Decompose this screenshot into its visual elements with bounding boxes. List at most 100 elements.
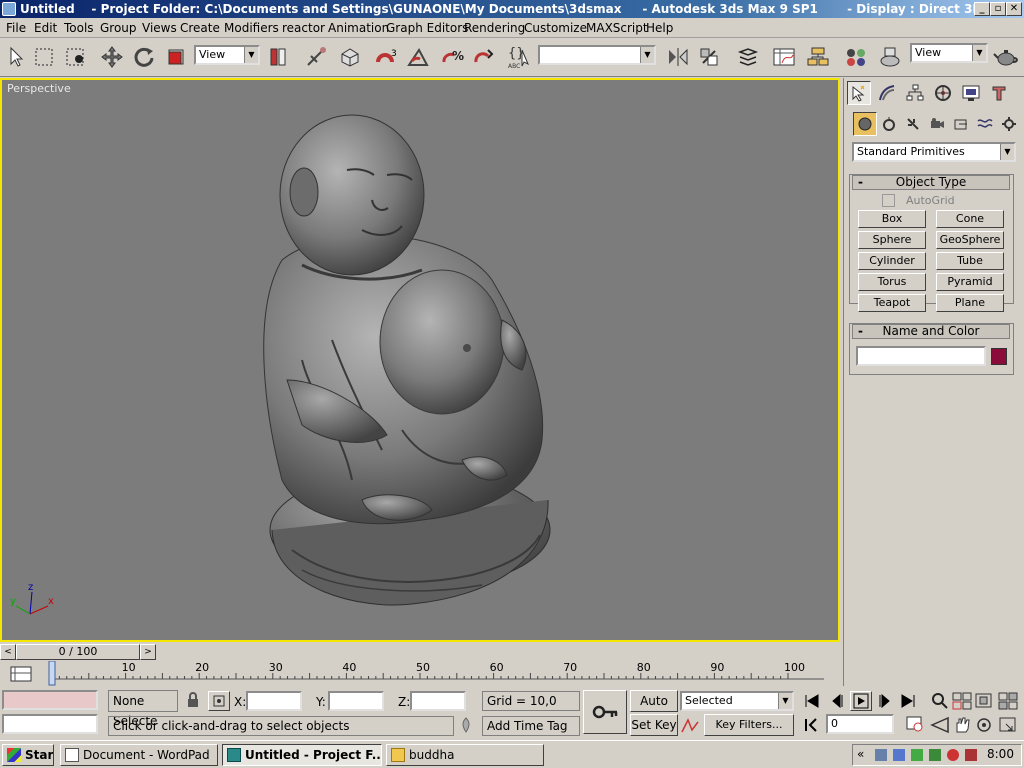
zoom-all-icon[interactable] (952, 692, 972, 710)
object-name-input[interactable] (856, 346, 986, 366)
go-to-start-icon[interactable] (802, 692, 822, 710)
torus-button[interactable]: Torus (858, 273, 926, 291)
menu-help[interactable]: Help (646, 21, 673, 35)
set-key-button[interactable]: Set Key (630, 714, 678, 736)
key-filters-button[interactable]: Key Filters... (704, 714, 794, 736)
menu-edit[interactable]: Edit (34, 21, 57, 35)
object-type-rollout-header[interactable]: - Object Type (852, 175, 1010, 190)
primitive-category-dropdown[interactable]: Standard Primitives ▼ (852, 142, 1016, 162)
maximize-button[interactable]: ▫ (990, 2, 1006, 16)
spacewarps-category-icon[interactable] (973, 112, 997, 136)
key-mode-toggle-icon[interactable] (802, 716, 822, 734)
lock-icon[interactable] (184, 692, 202, 710)
snap-toggle-icon[interactable]: 3 (372, 43, 400, 71)
curve-editor-icon[interactable] (770, 43, 798, 71)
geometry-category-icon[interactable] (853, 112, 877, 136)
time-slider[interactable]: < 0 / 100 > (0, 643, 843, 661)
window-title-bar[interactable]: Untitled - Project Folder: C:\Documents … (0, 0, 1024, 18)
menu-customize[interactable]: Customize (524, 21, 587, 35)
close-button[interactable]: ✕ (1006, 2, 1022, 16)
move-icon[interactable] (98, 43, 126, 71)
spinner-snap-icon[interactable] (470, 43, 498, 71)
rotate-icon[interactable] (130, 43, 158, 71)
pyramid-button[interactable]: Pyramid (936, 273, 1004, 291)
helpers-category-icon[interactable] (949, 112, 973, 136)
menu-create[interactable]: Create (180, 21, 220, 35)
maximize-viewport-icon[interactable] (998, 716, 1018, 734)
start-button[interactable]: Start (2, 744, 54, 766)
tray-security-icon[interactable] (947, 749, 959, 761)
tray-bluetooth-icon[interactable] (893, 749, 905, 761)
current-frame-spinner[interactable]: 0 (826, 714, 894, 734)
keyboard-shortcut-icon[interactable] (336, 43, 364, 71)
time-tag-icon[interactable] (456, 716, 476, 736)
maxscript-input[interactable] (2, 714, 98, 734)
modify-tab[interactable] (875, 81, 899, 105)
curve-editor-mini-icon[interactable] (8, 664, 34, 684)
utilities-tab[interactable] (987, 81, 1011, 105)
auto-key-button[interactable]: Auto Key (630, 690, 678, 728)
hierarchy-tab[interactable] (903, 81, 927, 105)
layer-manager-icon[interactable] (734, 43, 762, 71)
menu-reactor[interactable]: reactor (282, 21, 325, 35)
tube-button[interactable]: Tube (936, 252, 1004, 270)
menu-rendering[interactable]: Rendering (464, 21, 525, 35)
named-selection-dropdown[interactable]: ▼ (538, 45, 656, 65)
pan-hand-icon[interactable] (952, 716, 972, 734)
menu-file[interactable]: File (6, 21, 26, 35)
perspective-viewport[interactable]: Perspective x z y (0, 78, 840, 642)
tray-update-icon[interactable] (911, 749, 923, 761)
motion-tab[interactable] (931, 81, 955, 105)
key-mode-dropdown[interactable]: Selected ▼ (680, 691, 794, 711)
geosphere-button[interactable]: GeoSphere (936, 231, 1004, 249)
systems-category-icon[interactable] (997, 112, 1021, 136)
render-view-dropdown[interactable]: View ▼ (910, 43, 988, 63)
taskbar-item-3dsmax[interactable]: Untitled - Project F... (222, 744, 382, 766)
shapes-category-icon[interactable] (877, 112, 901, 136)
display-tab[interactable] (959, 81, 983, 105)
previous-frame-icon[interactable] (828, 692, 848, 710)
tray-antivirus-icon[interactable] (965, 749, 977, 761)
create-tab[interactable] (847, 81, 871, 105)
menu-graph-editors[interactable]: Graph Editors (386, 21, 468, 35)
teapot-button[interactable]: Teapot (858, 294, 926, 312)
time-configuration-icon[interactable] (905, 714, 925, 734)
slider-next-icon[interactable]: > (140, 644, 156, 660)
cylinder-button[interactable]: Cylinder (858, 252, 926, 270)
lights-category-icon[interactable] (901, 112, 925, 136)
menu-maxscript[interactable]: MAXScript (586, 21, 648, 35)
zoom-extents-all-icon[interactable] (998, 692, 1018, 710)
go-to-end-icon[interactable] (898, 692, 920, 710)
minimize-button[interactable]: _ (974, 2, 990, 16)
maxscript-listener-mini[interactable] (2, 690, 98, 710)
taskbar-item-buddha[interactable]: buddha (386, 744, 544, 766)
arc-rotate-icon[interactable] (974, 716, 994, 734)
align-icon[interactable] (696, 43, 724, 71)
percent-snap-icon[interactable]: % (438, 43, 466, 71)
play-icon[interactable] (850, 691, 872, 711)
menu-group[interactable]: Group (100, 21, 137, 35)
mirror-icon[interactable] (664, 43, 692, 71)
tray-network-icon[interactable] (875, 749, 887, 761)
pivot-center-icon[interactable] (264, 43, 292, 71)
angle-snap-icon[interactable] (404, 43, 432, 71)
current-frame-marker[interactable] (48, 661, 56, 686)
next-frame-icon[interactable] (874, 692, 894, 710)
y-coordinate-input[interactable] (328, 691, 384, 711)
taskbar-item-wordpad[interactable]: Document - WordPad (60, 744, 218, 766)
time-slider-thumb[interactable]: 0 / 100 (16, 644, 140, 660)
scale-icon[interactable] (162, 43, 190, 71)
select-manipulate-icon[interactable] (302, 43, 330, 71)
zoom-extents-icon[interactable] (974, 692, 994, 710)
z-coordinate-input[interactable] (410, 691, 466, 711)
window-crossing-icon[interactable] (62, 43, 90, 71)
name-color-rollout-header[interactable]: - Name and Color (852, 324, 1010, 339)
add-time-tag[interactable]: Add Time Tag (482, 716, 580, 736)
schematic-view-icon[interactable] (804, 43, 832, 71)
autogrid-checkbox[interactable] (882, 194, 895, 207)
menu-views[interactable]: Views (142, 21, 177, 35)
reference-coord-dropdown[interactable]: View ▼ (194, 45, 260, 65)
cameras-category-icon[interactable] (925, 112, 949, 136)
x-coordinate-input[interactable] (246, 691, 302, 711)
tray-expand-icon[interactable]: « (857, 747, 864, 761)
